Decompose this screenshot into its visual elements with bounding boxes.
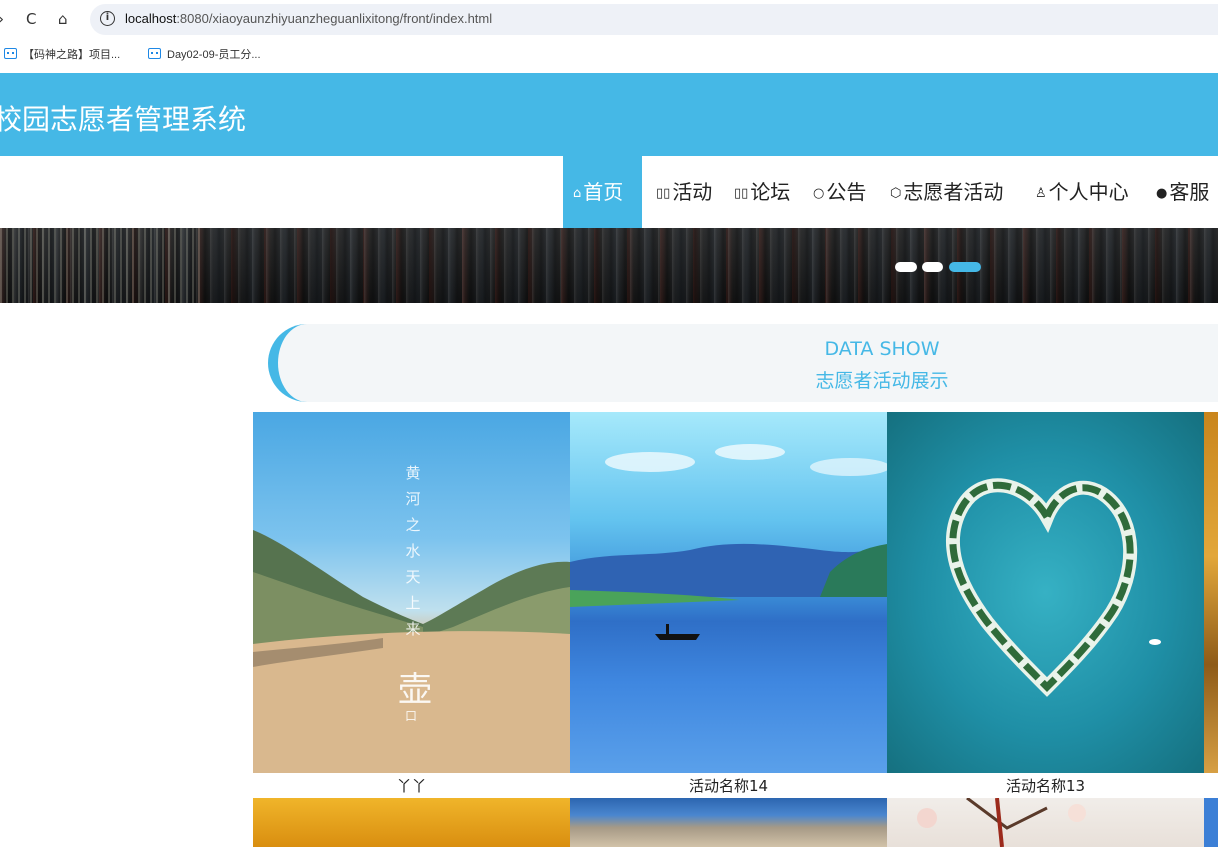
forward-icon[interactable]: › xyxy=(0,9,4,29)
activity-card-image-partial[interactable] xyxy=(1204,412,1218,773)
menu-label: 客服 xyxy=(1169,180,1210,204)
menu-label: 志愿者活动 xyxy=(903,180,1004,204)
bookmark-label: 【码神之路】项目... xyxy=(23,49,121,61)
blossom-scene xyxy=(917,798,1086,847)
site-title: 校园志愿者管理系统 xyxy=(0,103,247,136)
url-host: localhost xyxy=(125,11,177,26)
menu-item-notice[interactable]: ○ 公告 xyxy=(803,156,876,228)
carousel-dot-active[interactable] xyxy=(949,262,981,272)
activity-card-image[interactable] xyxy=(887,798,1204,847)
activity-card-image[interactable] xyxy=(570,798,887,847)
calligraphy-seal: 壶 xyxy=(398,670,432,710)
menu-item-customer-service[interactable]: ● 客服 xyxy=(1146,156,1218,228)
browser-toolbar: › C ⌂ i localhost:8080/xiaoyaunzhiyuanzh… xyxy=(0,0,1218,40)
menu-label: 公告 xyxy=(826,180,867,204)
menu-label: 活动 xyxy=(672,180,713,204)
activity-card-image[interactable] xyxy=(887,412,1204,773)
carousel-dot[interactable] xyxy=(895,262,917,272)
circle-icon: ○ xyxy=(813,186,825,201)
address-bar[interactable]: i localhost:8080/xiaoyaunzhiyuanzheguanl… xyxy=(90,4,1218,35)
calligraphy-seal-small: 口 xyxy=(405,709,418,723)
activity-card-image[interactable] xyxy=(570,412,887,773)
activity-card-title[interactable]: 活动名称13 xyxy=(887,775,1204,796)
columns-icon: ▯▯ xyxy=(734,186,749,201)
info-icon[interactable]: i xyxy=(100,11,115,26)
reload-icon[interactable]: C xyxy=(26,9,36,29)
menu-item-personal-center[interactable]: ♙ 个人中心 xyxy=(1025,156,1139,228)
menu-label: 首页 xyxy=(583,180,624,204)
section-title-cn: 志愿者活动展示 xyxy=(815,370,949,392)
grid-icon: ▯▯ xyxy=(656,186,671,201)
menu-item-volunteer-activity[interactable]: ⬡ 志愿者活动 xyxy=(880,156,1013,228)
activity-card-image-partial[interactable] xyxy=(1204,798,1218,847)
bilibili-icon xyxy=(4,48,17,59)
menu-label: 论坛 xyxy=(750,180,791,204)
bookmark-item[interactable]: 【码神之路】项目... xyxy=(4,46,120,62)
banner-carousel[interactable] xyxy=(0,228,1218,303)
heart-island-scene xyxy=(945,478,1161,697)
url-path: :8080/xiaoyaunzhiyuanzheguanlixitong/fro… xyxy=(176,11,493,26)
activity-card-image[interactable]: 黄河之水天上来 壶 口 xyxy=(253,412,570,773)
poem-text: 黄河之水天上来 xyxy=(405,464,421,638)
activity-card-title[interactable]: 活动名称14 xyxy=(570,775,887,796)
main-menu: ⌂ 首页 ▯▯ 活动 ▯▯ 论坛 ○ 公告 ⬡ 志愿者活动 ♙ 个人中心 ● 客服 xyxy=(0,156,1218,228)
activity-card-image[interactable] xyxy=(253,798,570,847)
bookmarks-bar: 【码神之路】项目... Day02-09-员工分... xyxy=(0,42,1218,66)
home-icon: ⌂ xyxy=(573,186,582,201)
activity-card-title[interactable]: 丫丫 xyxy=(253,775,570,796)
menu-item-activity[interactable]: ▯▯ 活动 xyxy=(646,156,722,228)
lake-scene xyxy=(570,444,887,640)
cube-icon: ⬡ xyxy=(890,186,902,201)
menu-item-forum[interactable]: ▯▯ 论坛 xyxy=(724,156,800,228)
home-icon[interactable]: ⌂ xyxy=(58,9,68,29)
section-title-en: DATA SHOW xyxy=(824,338,940,360)
menu-item-home[interactable]: ⌂ 首页 xyxy=(563,156,642,228)
site-header: 校园志愿者管理系统 xyxy=(0,73,1218,156)
banner-image-detail xyxy=(0,228,200,303)
bilibili-icon xyxy=(148,48,161,59)
menu-label: 个人中心 xyxy=(1048,180,1129,204)
carousel-dot[interactable] xyxy=(922,262,943,272)
url-text[interactable]: localhost:8080/xiaoyaunzhiyuanzheguanlix… xyxy=(125,11,492,26)
user-icon: ♙ xyxy=(1035,186,1047,201)
support-icon: ● xyxy=(1156,186,1168,201)
bookmark-item[interactable]: Day02-09-员工分... xyxy=(148,46,261,62)
bookmark-label: Day02-09-员工分... xyxy=(167,49,261,61)
